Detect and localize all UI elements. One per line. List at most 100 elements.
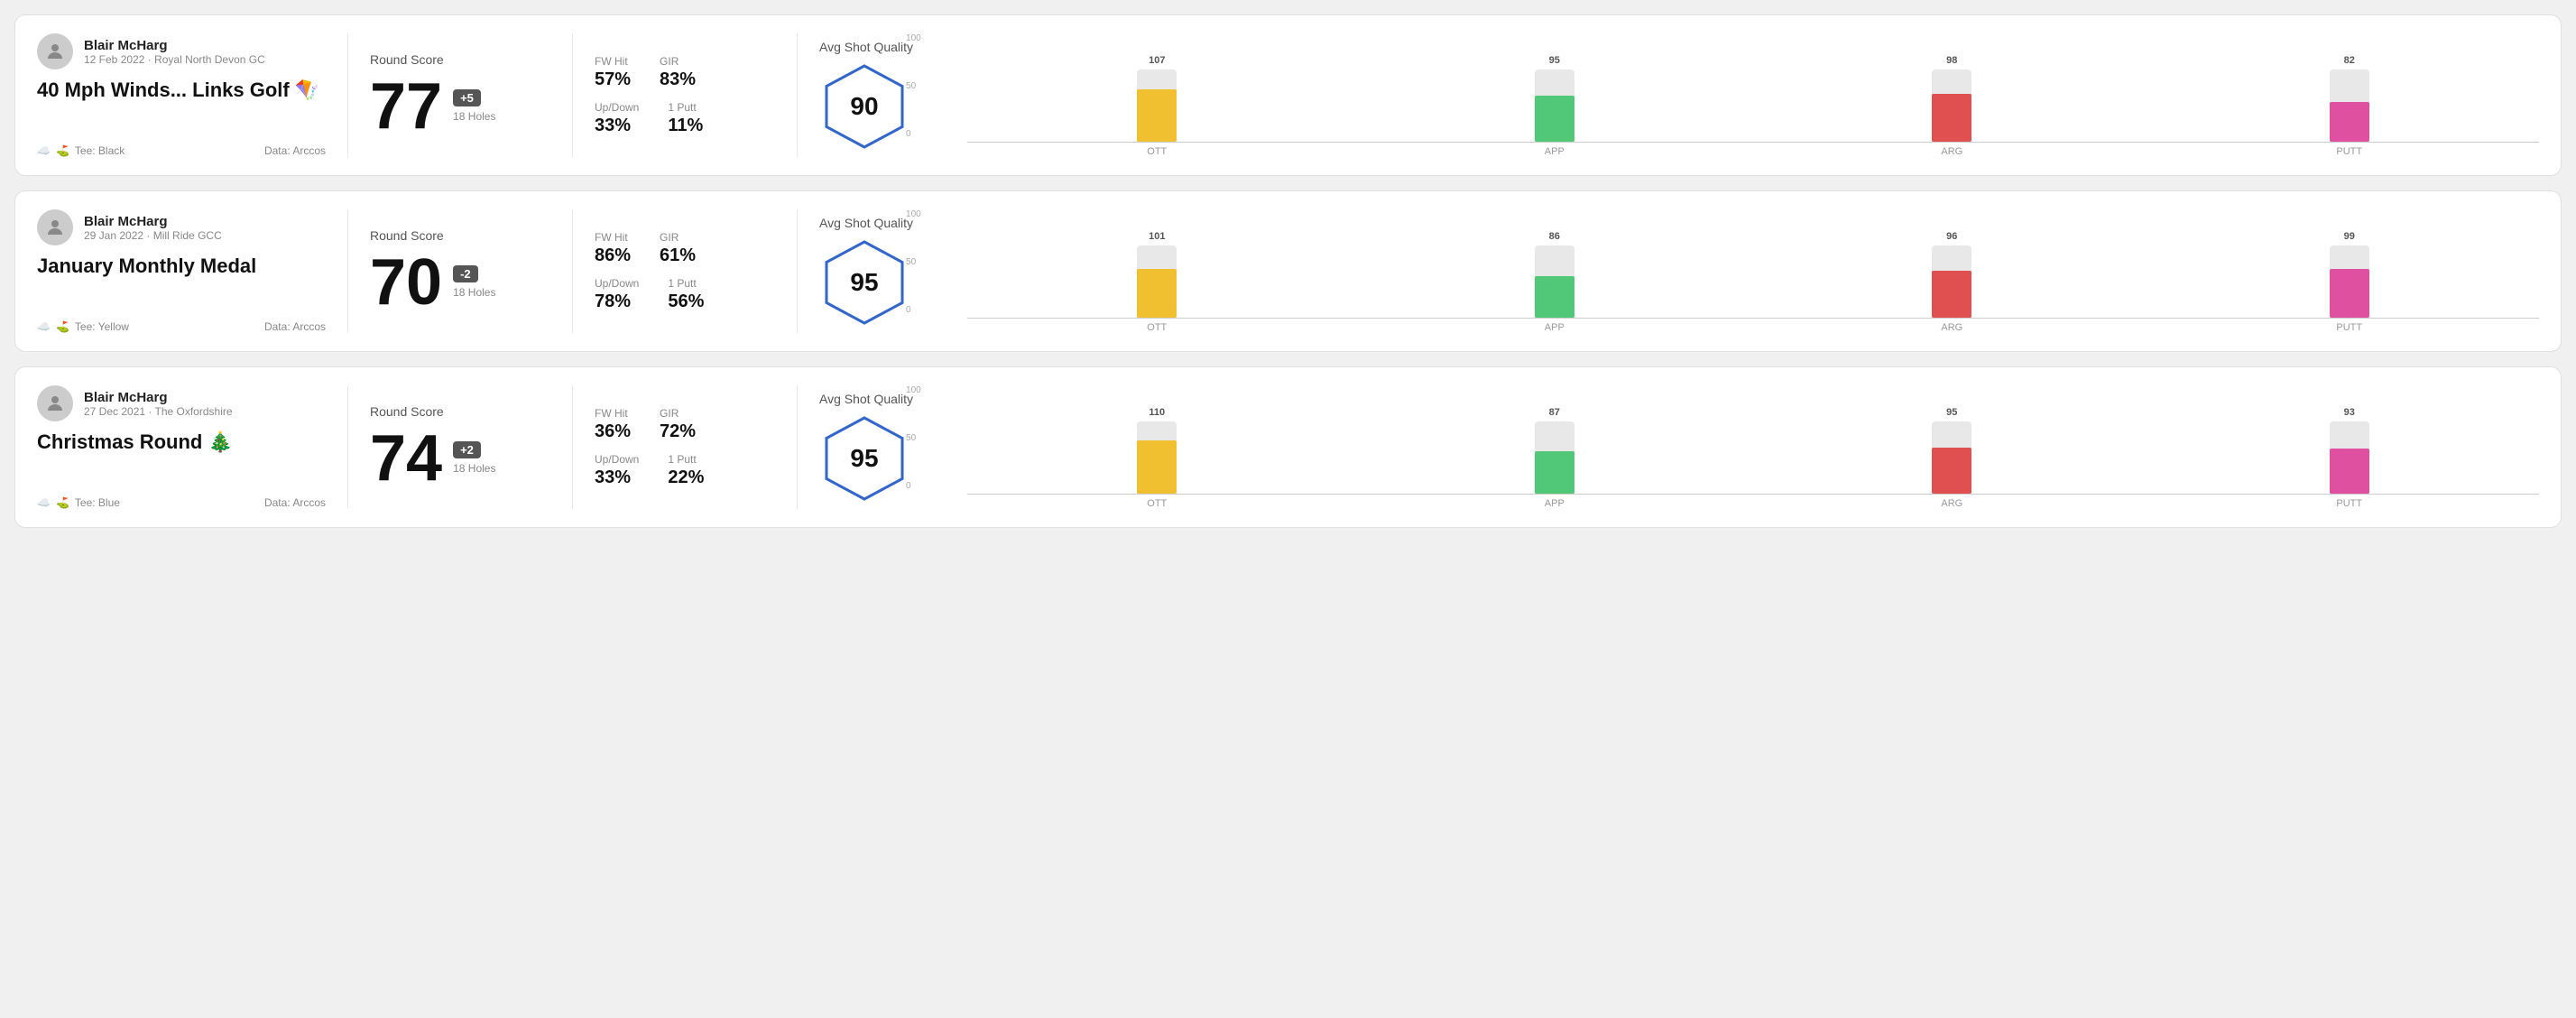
chart-column: 93 <box>2160 407 2540 494</box>
bar-chart: 110 87 95 93 <box>967 385 2539 494</box>
badge-pill: -2 <box>453 265 478 282</box>
score-row: 74 +2 18 Holes <box>370 426 550 491</box>
divider <box>797 385 798 509</box>
tee-label: Tee: Yellow <box>75 320 129 333</box>
chart-column: 101 <box>967 231 1347 318</box>
quality-section: Avg Shot Quality 95 <box>819 392 913 504</box>
data-source: Data: Arccos <box>264 496 326 509</box>
y-axis: 100 50 0 <box>906 209 921 315</box>
stats-row-top: FW Hit 36% GIR 72% <box>595 407 775 442</box>
badge-holes: 18 Holes <box>453 462 495 475</box>
bar-container <box>1137 245 1177 318</box>
stat-oneputt-value: 11% <box>668 116 703 136</box>
chart-area: 100 50 0 110 87 95 93 <box>935 385 2539 509</box>
chart-column: 87 <box>1365 407 1745 494</box>
round-title: January Monthly Medal <box>37 255 326 278</box>
round-card: Blair McHarg 27 Dec 2021 · The Oxfordshi… <box>14 366 2562 528</box>
bar-container <box>1932 421 1971 494</box>
y-axis: 100 50 0 <box>906 33 921 139</box>
stat-fw-hit-value: 57% <box>595 69 631 90</box>
bar-chart: 101 86 96 99 <box>967 209 2539 318</box>
chart-x-label: OTT <box>967 322 1347 333</box>
bar-value: 87 <box>1549 407 1560 418</box>
chart-column: 82 <box>2160 55 2540 142</box>
badge-holes: 18 Holes <box>453 110 495 123</box>
card-score: Round Score 70 -2 18 Holes <box>370 209 550 333</box>
stat-gir-value: 72% <box>660 421 696 442</box>
stat-updown: Up/Down 33% <box>595 453 639 488</box>
stat-gir: GIR 83% <box>660 55 696 90</box>
bar-value: 96 <box>1946 231 1957 242</box>
weather-icon: ☁️ <box>37 320 51 333</box>
bar-chart: 107 95 98 82 <box>967 33 2539 142</box>
bar-value: 95 <box>1946 407 1957 418</box>
quality-label: Avg Shot Quality <box>819 40 913 54</box>
stat-updown: Up/Down 33% <box>595 101 639 136</box>
stat-fw-hit: FW Hit 57% <box>595 55 631 90</box>
stat-fw-hit: FW Hit 86% <box>595 231 631 266</box>
bar-container <box>2330 421 2369 494</box>
hex-score: 95 <box>850 268 878 297</box>
badge-holes: 18 Holes <box>453 286 495 299</box>
chart-x-label: OTT <box>967 146 1347 157</box>
stats-row-bottom: Up/Down 33% 1 Putt 22% <box>595 453 775 488</box>
quality-label: Avg Shot Quality <box>819 216 913 230</box>
chart-x-label: OTT <box>967 498 1347 509</box>
bar-value: 95 <box>1549 55 1560 66</box>
card-footer: ☁️ ⛳ Tee: Yellow Data: Arccos <box>37 320 326 333</box>
stat-oneputt-value: 56% <box>668 292 704 312</box>
score-row: 77 +5 18 Holes <box>370 74 550 139</box>
stat-gir: GIR 61% <box>660 231 696 266</box>
bar-value: 82 <box>2344 55 2355 66</box>
card-left: Blair McHarg 27 Dec 2021 · The Oxfordshi… <box>37 385 326 509</box>
tee-info: ☁️ ⛳ Tee: Yellow <box>37 320 129 333</box>
card-score: Round Score 74 +2 18 Holes <box>370 385 550 509</box>
tee-info: ☁️ ⛳ Tee: Blue <box>37 496 120 509</box>
score-badge: +5 18 Holes <box>453 89 495 123</box>
stat-fw-hit: FW Hit 36% <box>595 407 631 442</box>
bar-value: 98 <box>1946 55 1957 66</box>
user-info: Blair McHarg 12 Feb 2022 · Royal North D… <box>84 38 265 66</box>
bar-container <box>1535 69 1574 142</box>
hex-score: 90 <box>850 92 878 121</box>
divider <box>347 209 348 333</box>
hexagon-wrapper: 95 <box>819 413 909 504</box>
chart-x-label: PUTT <box>2160 146 2540 157</box>
user-header: Blair McHarg 29 Jan 2022 · Mill Ride GCC <box>37 209 326 245</box>
tee-info: ☁️ ⛳ Tee: Black <box>37 144 125 157</box>
chart-column: 95 <box>1365 55 1745 142</box>
chart-x-label: APP <box>1365 146 1745 157</box>
bar-chart-wrapper: 100 50 0 107 95 98 82 <box>935 33 2539 157</box>
bar-chart-wrapper: 100 50 0 101 86 96 99 <box>935 209 2539 333</box>
stats-row-top: FW Hit 86% GIR 61% <box>595 231 775 266</box>
badge-pill: +5 <box>453 89 481 106</box>
divider <box>797 209 798 333</box>
chart-x-label: APP <box>1365 322 1745 333</box>
stat-fw-hit-value: 86% <box>595 245 631 266</box>
stats-row-bottom: Up/Down 33% 1 Putt 11% <box>595 101 775 136</box>
hexagon-wrapper: 95 <box>819 237 909 328</box>
tee-icon: ⛳ <box>56 320 69 333</box>
score-label: Round Score <box>370 404 550 419</box>
chart-column: 96 <box>1762 231 2142 318</box>
stat-oneputt-value: 22% <box>668 467 704 488</box>
stat-fw-hit-label: FW Hit <box>595 55 631 68</box>
hex-score: 95 <box>850 444 878 473</box>
user-header: Blair McHarg 27 Dec 2021 · The Oxfordshi… <box>37 385 326 421</box>
bar-value: 101 <box>1149 231 1165 242</box>
divider <box>572 33 573 157</box>
card-score: Round Score 77 +5 18 Holes <box>370 33 550 157</box>
divider <box>347 385 348 509</box>
stat-gir-label: GIR <box>660 231 696 244</box>
stat-updown-label: Up/Down <box>595 277 639 290</box>
card-left: Blair McHarg 29 Jan 2022 · Mill Ride GCC… <box>37 209 326 333</box>
chart-area: 100 50 0 107 95 98 82 <box>935 33 2539 157</box>
bar-value: 107 <box>1149 55 1165 66</box>
chart-column: 107 <box>967 55 1347 142</box>
divider <box>572 209 573 333</box>
chart-x-label: ARG <box>1762 322 2142 333</box>
bar-container <box>1932 69 1971 142</box>
chart-column: 86 <box>1365 231 1745 318</box>
bar-container <box>1535 421 1574 494</box>
stat-updown-value: 33% <box>595 116 639 136</box>
